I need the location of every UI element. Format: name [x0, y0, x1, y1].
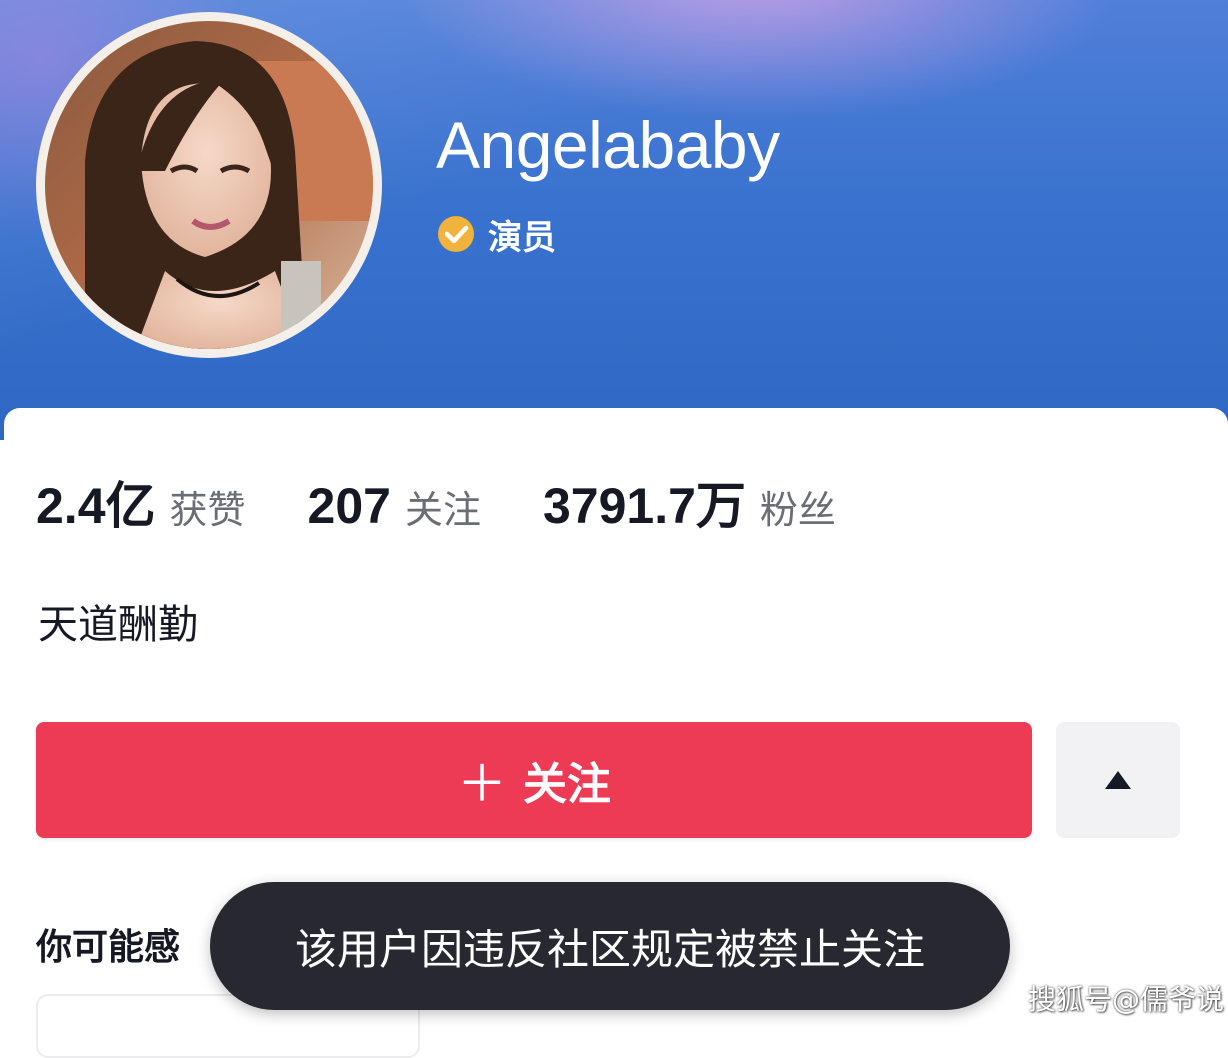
avatar-photo — [45, 21, 373, 349]
stat-likes[interactable]: 2.4亿 获赞 — [36, 466, 246, 538]
verification-label: 演员 — [488, 217, 556, 258]
verification-row: 演员 — [436, 212, 556, 258]
stat-followers[interactable]: 3791.7万 粉丝 — [543, 466, 836, 538]
stat-likes-label: 获赞 — [169, 488, 246, 532]
stats-row: 2.4亿 获赞 207 关注 3791.7万 粉丝 — [36, 466, 898, 534]
stat-followers-label: 粉丝 — [759, 488, 836, 532]
watermark: 搜狐号@儒爷说 — [1028, 983, 1225, 1016]
plus-icon: ＋ — [457, 755, 507, 813]
profile-bio: 天道酬勤 — [38, 602, 198, 648]
stat-followers-value: 3791.7万 — [542, 478, 746, 534]
triangle-up-icon — [1105, 771, 1131, 789]
stat-following-label: 关注 — [404, 488, 481, 532]
toast-message: 该用户因违反社区规定被禁止关注 — [210, 882, 1010, 1010]
stat-following-value: 207 — [307, 478, 391, 534]
follow-button[interactable]: ＋ 关注 — [36, 722, 1032, 838]
suggestions-label: 你可能感 — [36, 927, 181, 968]
stat-following[interactable]: 207 关注 — [308, 477, 481, 535]
verified-badge-icon — [438, 216, 474, 252]
more-suggestions-button[interactable] — [1056, 722, 1180, 838]
avatar[interactable] — [36, 12, 382, 358]
stat-likes-value: 2.4亿 — [36, 478, 156, 534]
follow-button-label: 关注 — [523, 759, 611, 810]
profile-name: Angelababy — [436, 108, 780, 182]
